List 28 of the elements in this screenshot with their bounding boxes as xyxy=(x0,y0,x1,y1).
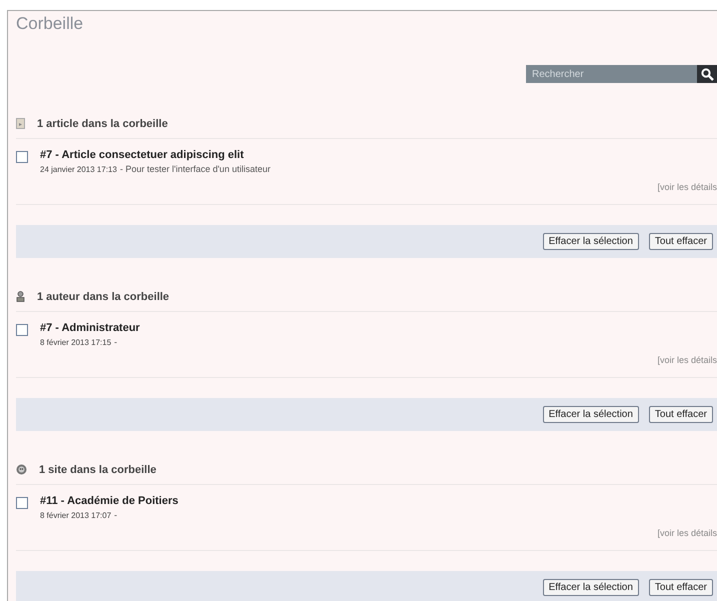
page-title: Corbeille xyxy=(16,13,84,35)
item-date: 8 février 2013 17:07 xyxy=(40,511,112,520)
checkbox[interactable] xyxy=(16,151,28,163)
item-title: #7 - Administrateur xyxy=(40,322,140,334)
delete-selection-button[interactable]: Effacer la sélection xyxy=(542,406,639,423)
delete-selection-button[interactable]: Effacer la sélection xyxy=(542,233,639,250)
document-icon xyxy=(16,118,25,129)
section-heading: 1 site dans la corbeille xyxy=(39,464,156,476)
delete-all-button[interactable]: Tout effacer xyxy=(648,406,713,423)
search-button[interactable] xyxy=(697,65,717,83)
person-icon xyxy=(16,291,25,302)
search-field[interactable]: Rechercher xyxy=(526,65,697,83)
globe-icon xyxy=(16,464,27,475)
item-summary: - xyxy=(114,337,118,347)
item-date: 8 février 2013 17:15 xyxy=(40,338,112,347)
section-heading: 1 auteur dans la corbeille xyxy=(37,290,170,302)
delete-selection-button[interactable]: Effacer la sélection xyxy=(542,579,639,596)
search-icon xyxy=(700,68,714,80)
item-title: #7 - Article consectetuer adipiscing elit xyxy=(40,149,245,161)
item-title: #11 - Académie de Poitiers xyxy=(40,495,178,507)
item-summary: - xyxy=(114,510,118,520)
item-date: 24 janvier 2013 17:13 xyxy=(40,165,117,174)
delete-all-button[interactable]: Tout effacer xyxy=(648,233,713,250)
checkbox[interactable] xyxy=(16,324,28,336)
item-summary: - Pour tester l'interface d'un utilisateur xyxy=(120,164,270,174)
delete-all-button[interactable]: Tout effacer xyxy=(648,579,713,596)
section-heading: 1 article dans la corbeille xyxy=(37,118,168,130)
checkbox[interactable] xyxy=(16,497,28,509)
